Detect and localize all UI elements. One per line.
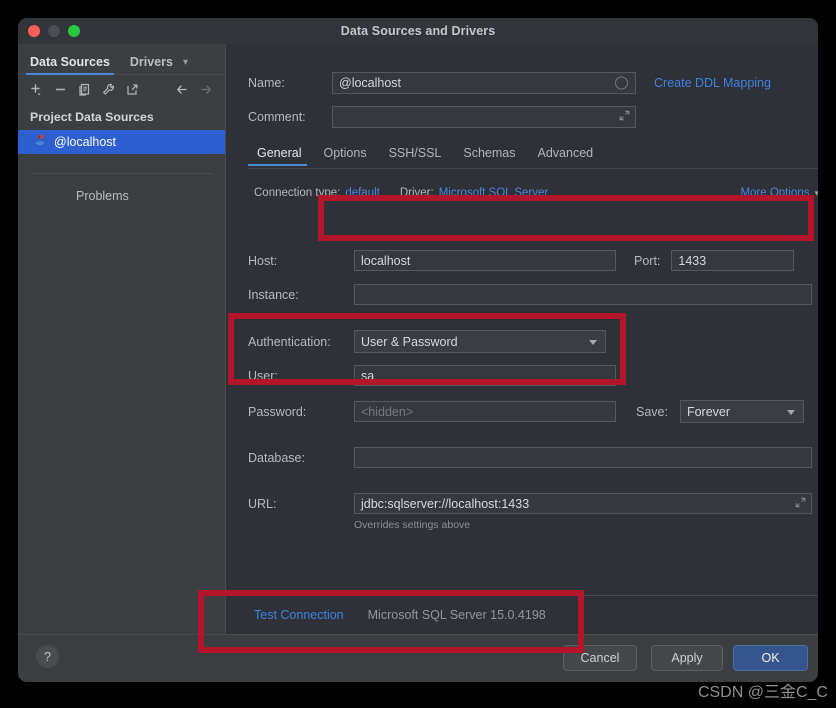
- status-circle-icon: [615, 76, 628, 90]
- database-label: Database:: [248, 450, 305, 465]
- url-hint: Overrides settings above: [354, 519, 471, 531]
- more-options-label: More Options: [740, 187, 810, 199]
- name-row: Name: @localhost Create DDL Mapping: [248, 72, 771, 94]
- dialog-footer: ? Cancel Apply OK: [18, 634, 818, 682]
- instance-row: Instance:: [248, 284, 818, 305]
- copy-icon[interactable]: [73, 78, 96, 101]
- tab-data-sources[interactable]: Data Sources: [26, 55, 114, 75]
- tab-ssh-ssl[interactable]: SSH/SSL: [378, 144, 453, 166]
- comment-input[interactable]: [332, 106, 636, 128]
- sidebar-item-localhost[interactable]: @localhost: [18, 130, 225, 154]
- authentication-value: User & Password: [361, 334, 458, 349]
- instance-label: Instance:: [248, 287, 299, 302]
- more-options-button[interactable]: More Options ▾: [740, 187, 818, 199]
- ok-button[interactable]: OK: [733, 645, 808, 671]
- sidebar: Data Sources Drivers ▾ Project Data Sour…: [18, 44, 225, 634]
- dialog-window: Data Sources and Drivers Data Sources Dr…: [18, 18, 818, 682]
- connection-type-value[interactable]: default: [345, 187, 380, 199]
- sidebar-tab-bar: Data Sources Drivers ▾: [18, 44, 225, 75]
- host-input[interactable]: localhost: [354, 250, 616, 271]
- wrench-icon[interactable]: [97, 78, 120, 101]
- name-label: Name:: [248, 76, 285, 90]
- tab-options[interactable]: Options: [312, 144, 377, 166]
- comment-row: Comment:: [248, 106, 636, 128]
- connection-type-label: Connection type:: [254, 187, 341, 199]
- chevron-down-icon[interactable]: ▾: [183, 57, 188, 74]
- test-connection-strip: Test Connection Microsoft SQL Server 15.…: [226, 595, 818, 634]
- tab-advanced[interactable]: Advanced: [527, 144, 605, 166]
- forward-arrow-icon: [194, 78, 217, 101]
- authentication-select[interactable]: User & Password: [354, 330, 606, 353]
- tab-schemas[interactable]: Schemas: [452, 144, 526, 166]
- password-placeholder: <hidden>: [361, 404, 414, 419]
- tab-drivers[interactable]: Drivers: [130, 55, 173, 74]
- apply-button[interactable]: Apply: [651, 645, 723, 671]
- name-input[interactable]: @localhost: [332, 72, 636, 94]
- chevron-down-icon: [786, 409, 795, 415]
- database-input[interactable]: [354, 447, 812, 468]
- save-select[interactable]: Forever: [679, 400, 804, 423]
- chevron-down-icon: ▾: [814, 187, 818, 198]
- tab-general[interactable]: General: [248, 144, 312, 166]
- authentication-row: Authentication: User & Password: [248, 330, 818, 353]
- password-input[interactable]: <hidden>: [354, 401, 616, 422]
- user-row: User: sa: [248, 365, 818, 386]
- url-input[interactable]: jdbc:sqlserver://localhost:1433: [354, 493, 812, 514]
- window-title: Data Sources and Drivers: [340, 24, 496, 38]
- sidebar-item-problems[interactable]: Problems: [18, 174, 225, 203]
- main-panel: Name: @localhost Create DDL Mapping Comm…: [225, 44, 818, 634]
- sidebar-item-label: @localhost: [54, 135, 117, 149]
- host-row: Host: localhost Port: 1433: [248, 250, 818, 271]
- driver-label: Driver:: [399, 187, 434, 199]
- driver-value[interactable]: Microsoft SQL Server: [439, 187, 549, 199]
- add-icon[interactable]: [25, 78, 48, 101]
- cancel-button[interactable]: Cancel: [563, 645, 637, 671]
- url-input-value: jdbc:sqlserver://localhost:1433: [361, 496, 530, 511]
- user-input[interactable]: sa: [354, 365, 616, 386]
- port-label: Port:: [634, 253, 661, 268]
- expand-icon[interactable]: [619, 110, 630, 124]
- user-label: User:: [248, 368, 278, 383]
- remove-icon[interactable]: [49, 78, 72, 101]
- host-label: Host:: [248, 253, 278, 268]
- test-connection-link[interactable]: Test Connection: [254, 608, 344, 622]
- url-row: URL: jdbc:sqlserver://localhost:1433: [248, 493, 818, 514]
- back-arrow-icon[interactable]: [170, 78, 193, 101]
- title-bar: Data Sources and Drivers: [18, 18, 818, 44]
- help-button[interactable]: ?: [36, 645, 59, 668]
- sidebar-group-header: Project Data Sources: [30, 110, 154, 124]
- password-row: Password: <hidden> Save: Forever: [248, 400, 818, 423]
- sql-server-icon: [34, 133, 47, 152]
- expand-icon[interactable]: [795, 497, 806, 511]
- database-row: Database:: [248, 447, 818, 468]
- save-label: Save:: [636, 404, 668, 419]
- comment-label: Comment:: [248, 110, 306, 124]
- host-input-value: localhost: [361, 253, 411, 268]
- save-value: Forever: [686, 404, 731, 419]
- authentication-label: Authentication:: [248, 334, 331, 349]
- password-label: Password:: [248, 404, 307, 419]
- connection-meta-row: Connection type: default Driver: Microso…: [254, 187, 818, 199]
- user-input-value: sa: [361, 368, 375, 383]
- sidebar-toolbar: [18, 75, 225, 103]
- watermark: CSDN @三金C_C: [697, 684, 828, 701]
- port-input[interactable]: 1433: [671, 250, 795, 271]
- chevron-down-icon: [589, 339, 597, 345]
- share-icon[interactable]: [121, 78, 144, 101]
- server-version-text: Microsoft SQL Server 15.0.4198: [367, 608, 546, 622]
- name-input-value: @localhost: [339, 76, 402, 90]
- url-label: URL:: [248, 496, 277, 511]
- create-ddl-mapping-link[interactable]: Create DDL Mapping: [654, 76, 771, 90]
- port-input-value: 1433: [678, 253, 707, 268]
- tab-underline: [248, 168, 818, 169]
- instance-input[interactable]: [354, 284, 812, 305]
- settings-tab-bar: General Options SSH/SSL Schemas Advanced: [248, 144, 818, 170]
